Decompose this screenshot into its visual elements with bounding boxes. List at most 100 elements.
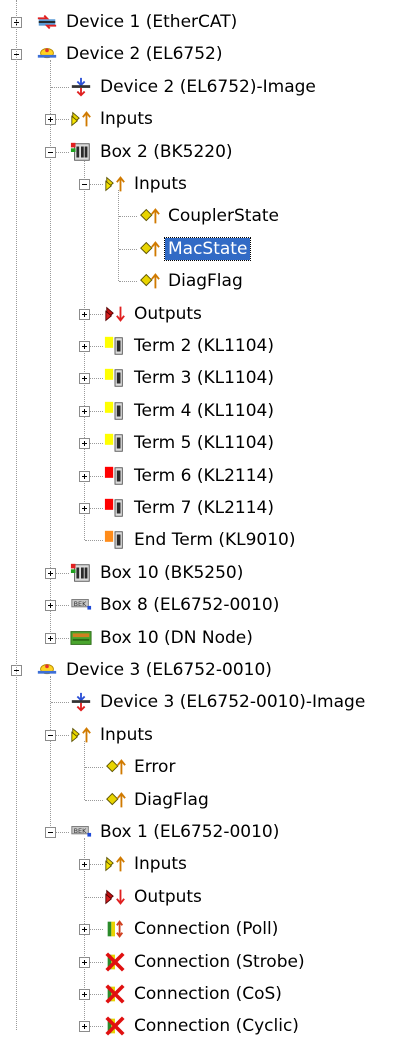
- tree-item-macstate[interactable]: MacState: [137, 236, 252, 261]
- expand-toggle-device-2-inputs[interactable]: [45, 114, 56, 126]
- tree-connector-vertical: [50, 676, 51, 832]
- tree-item-label: Term 3 (KL1104): [134, 368, 274, 389]
- expand-toggle-term-6[interactable]: [79, 470, 90, 482]
- collapse-toggle-box-2-inputs[interactable]: [79, 179, 90, 190]
- expand-toggle-term-2[interactable]: [79, 341, 90, 352]
- tree-connector-vertical: [118, 190, 119, 282]
- expand-toggle-connection-poll[interactable]: [79, 924, 90, 936]
- tree-item-box-2-outputs[interactable]: Outputs: [103, 302, 205, 326]
- dn-node-icon: [70, 630, 92, 645]
- tree-item-device-3-inputs[interactable]: Inputs: [69, 723, 156, 747]
- tree-item-end-term[interactable]: End Term (KL9010): [103, 528, 298, 552]
- tree-item-device-1[interactable]: Device 1 (EtherCAT): [35, 10, 240, 34]
- tree-item-box-1-inputs[interactable]: Inputs: [103, 852, 190, 876]
- tree-connector-root: [16, 0, 17, 1030]
- tree-item-label: Outputs: [134, 303, 202, 324]
- tree-item-connection-poll[interactable]: Connection (Poll): [103, 917, 281, 941]
- input-variable-icon: [106, 791, 126, 807]
- tree-item-box-1-outputs[interactable]: Outputs: [103, 885, 205, 909]
- tree-item-connection-strobe[interactable]: Connection (Strobe): [103, 950, 308, 974]
- tree-item-label: Term 5 (KL1104): [134, 433, 274, 454]
- tree-item-label: Device 3 (EL6752-0010)-Image: [100, 692, 366, 713]
- collapse-toggle-box-2[interactable]: [45, 146, 56, 158]
- tree-item-label: Box 8 (EL6752-0010): [100, 595, 280, 616]
- tree-item-box-8[interactable]: BEK Box 8 (EL6752-0010): [69, 593, 282, 617]
- svg-text:BEK: BEK: [74, 827, 87, 835]
- tree-item-label: Inputs: [100, 724, 153, 745]
- tree-item-box-2[interactable]: Box 2 (BK5220): [69, 140, 236, 164]
- expand-toggle-connection-cyclic[interactable]: [79, 1021, 90, 1033]
- tree-item-term-4[interactable]: Term 4 (KL1104): [103, 399, 277, 423]
- tree-item-device-2-inputs[interactable]: Inputs: [69, 107, 156, 131]
- tree-item-label: Connection (CoS): [134, 984, 282, 1004]
- tree-item-connection-cos[interactable]: Connection (CoS): [103, 982, 285, 1006]
- connection-disabled-icon: [105, 1016, 125, 1036]
- collapse-toggle-box-1[interactable]: [45, 827, 56, 838]
- input-variable-icon: [140, 273, 160, 289]
- tree-connector-horizontal: [51, 86, 69, 88]
- tree-item-term-5[interactable]: Term 5 (KL1104): [103, 431, 277, 455]
- tree-item-box-10-bk5250[interactable]: Box 10 (BK5250): [69, 561, 246, 585]
- device-icon: [37, 48, 57, 59]
- tree-item-label: Inputs: [134, 174, 187, 194]
- slave-box-icon: BEK: [71, 826, 92, 837]
- expand-toggle-term-4[interactable]: [79, 405, 90, 417]
- outputs-icon: [105, 889, 125, 905]
- tree-item-couplerstate[interactable]: CouplerState: [137, 204, 282, 228]
- inputs-icon: [105, 856, 125, 872]
- tree-item-term-2[interactable]: Term 2 (KL1104): [103, 334, 277, 358]
- expand-toggle-term-7[interactable]: [79, 503, 90, 514]
- tree-connector-vertical: [84, 740, 85, 800]
- tree-item-device-2-image[interactable]: Device 2 (EL6752)-Image: [69, 75, 319, 99]
- tree-connector-horizontal: [51, 702, 69, 704]
- tree-connector-horizontal: [85, 799, 103, 801]
- tree-item-label: Box 10 (DN Node): [100, 627, 253, 648]
- connection-disabled-icon: [105, 952, 125, 972]
- expand-toggle-connection-cos[interactable]: [79, 989, 90, 1000]
- outputs-icon: [105, 306, 125, 322]
- tree-item-label: Connection (Cyclic): [134, 1016, 299, 1037]
- tree-item-box-10-dn-node[interactable]: Box 10 (DN Node): [69, 626, 256, 650]
- expand-toggle-box-2-outputs[interactable]: [79, 308, 90, 320]
- expand-toggle-box-10-bk5250[interactable]: [45, 567, 56, 579]
- svg-text:BEK: BEK: [74, 600, 87, 608]
- tree-item-term-7[interactable]: Term 7 (KL2114): [103, 496, 277, 520]
- tree-item-connection-cyclic[interactable]: Connection (Cyclic): [103, 1014, 302, 1038]
- tree-item-label: Error: [134, 757, 176, 778]
- tree-item-label: Connection (Strobe): [134, 951, 305, 972]
- tree-connector-horizontal: [119, 248, 137, 250]
- connection-icon: [107, 920, 124, 939]
- tree-item-label: Box 10 (BK5250): [100, 562, 244, 583]
- collapse-toggle-device-3-inputs[interactable]: [45, 729, 56, 741]
- expand-toggle-term-5[interactable]: [79, 438, 90, 450]
- tree-item-error[interactable]: Error: [103, 755, 178, 779]
- tree-item-label: Term 2 (KL1104): [134, 336, 274, 356]
- tree-item-label: Device 1 (EtherCAT): [66, 12, 238, 32]
- expand-toggle-term-3[interactable]: [79, 373, 90, 385]
- tree-item-label: Device 2 (EL6752): [66, 44, 223, 65]
- expand-toggle-box-10-dn-node[interactable]: [45, 632, 56, 644]
- tree-item-label: Term 4 (KL1104): [134, 400, 274, 421]
- tree-item-device-3-diagflag[interactable]: DiagFlag: [103, 788, 212, 812]
- inputs-icon: [71, 726, 91, 743]
- tree-connector-horizontal: [119, 216, 137, 218]
- tree-item-label: Device 3 (EL6752-0010): [66, 660, 272, 680]
- device-tree: Device 1 (EtherCAT) Device 2 (EL6752) Devi…: [0, 0, 415, 1036]
- tree-item-device-3-image[interactable]: Device 3 (EL6752-0010)-Image: [69, 690, 368, 714]
- tree-item-box-2-inputs[interactable]: Inputs: [103, 172, 190, 196]
- tree-item-box-1[interactable]: BEK Box 1 (EL6752-0010): [69, 820, 282, 844]
- tree-item-label: DiagFlag: [134, 789, 209, 810]
- input-variable-icon: [140, 208, 160, 224]
- tree-item-term-6[interactable]: Term 6 (KL2114): [103, 464, 277, 488]
- expand-toggle-box-1-inputs[interactable]: [79, 859, 90, 871]
- tree-item-device-3[interactable]: Device 3 (EL6752-0010): [35, 658, 275, 682]
- tree-item-label: Term 6 (KL2114): [134, 465, 274, 486]
- expand-toggle-connection-strobe[interactable]: [79, 956, 90, 968]
- expand-toggle-box-8[interactable]: [45, 600, 56, 612]
- tree-item-device-2[interactable]: Device 2 (EL6752): [35, 42, 226, 66]
- tree-connector-horizontal: [85, 896, 103, 898]
- tree-item-term-3[interactable]: Term 3 (KL1104): [103, 366, 277, 390]
- process-image-icon: [71, 77, 91, 97]
- terminal-orange-icon: [104, 531, 123, 550]
- tree-item-box-2-diagflag[interactable]: DiagFlag: [137, 269, 246, 293]
